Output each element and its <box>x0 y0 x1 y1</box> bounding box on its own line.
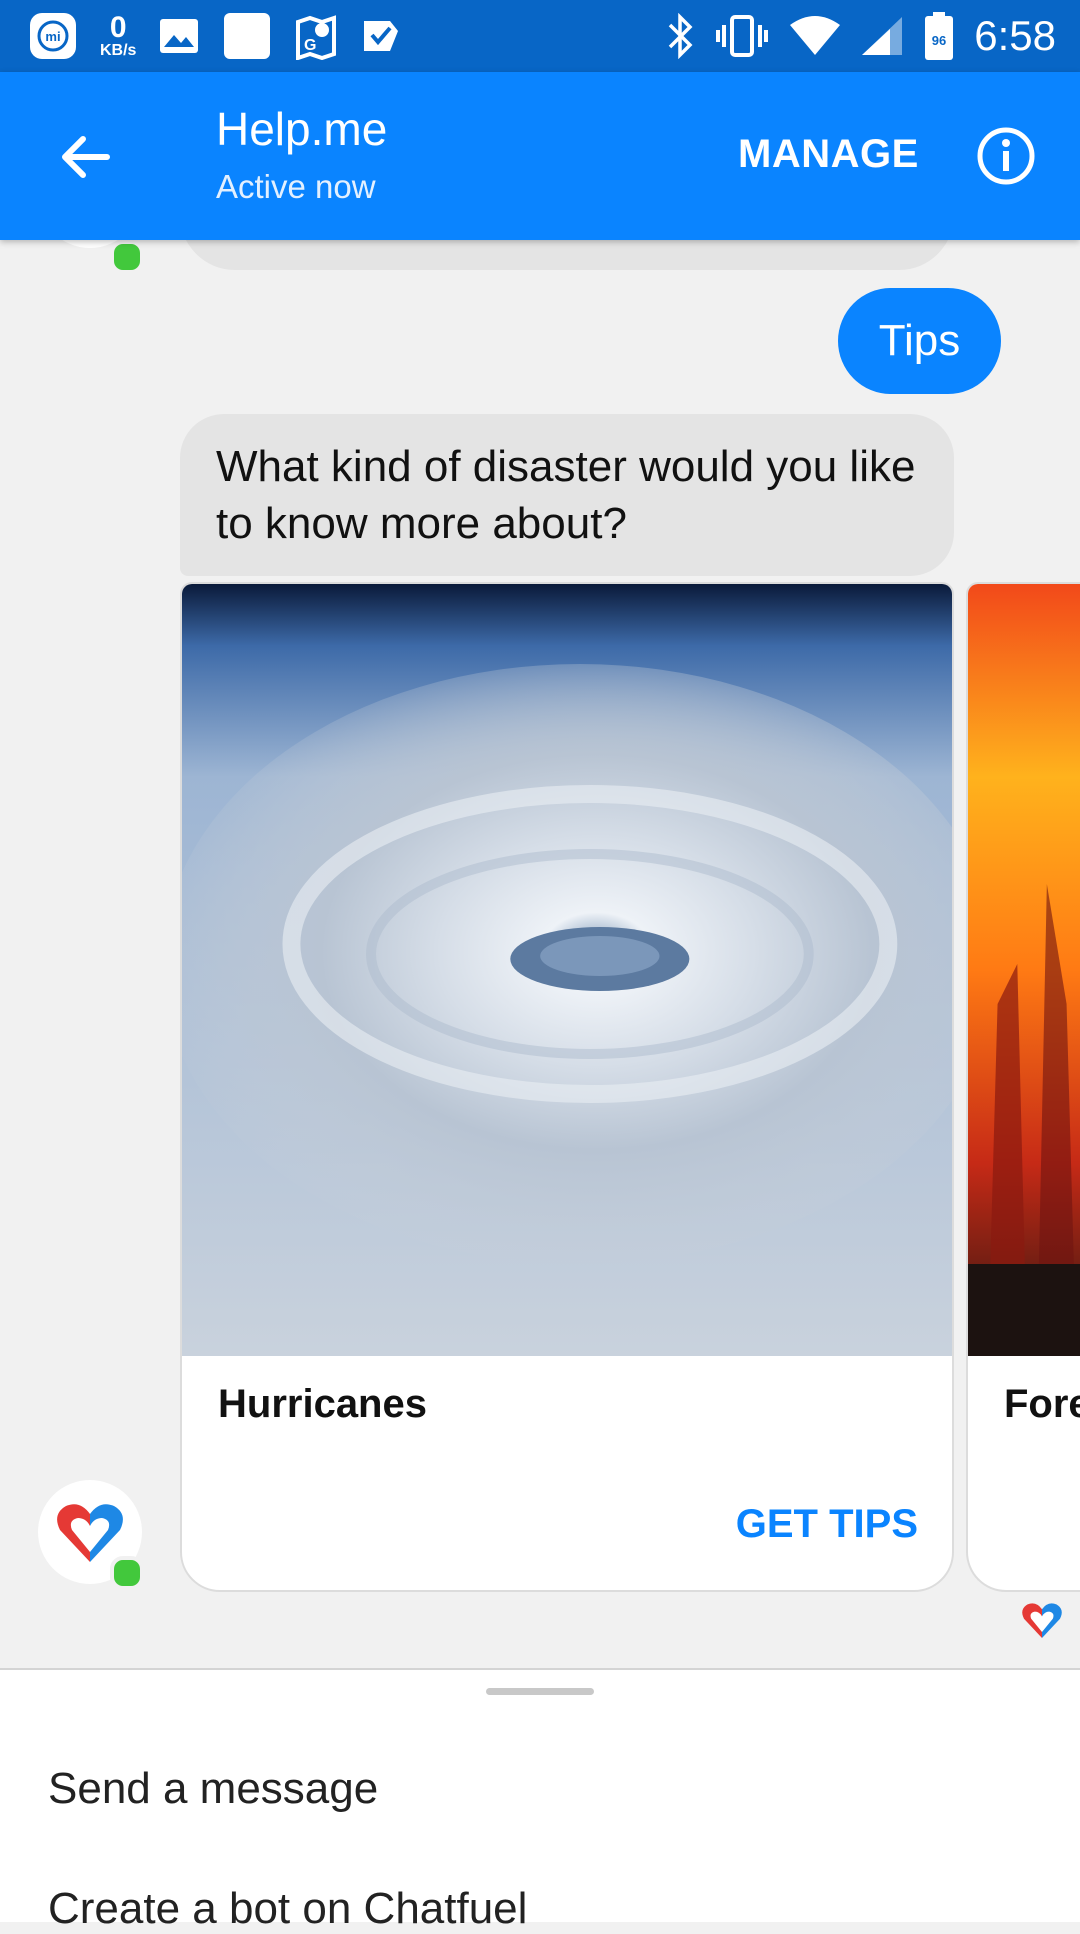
arrow-left-icon <box>62 136 110 178</box>
image-icon <box>158 15 200 57</box>
read-receipt <box>1018 1596 1066 1644</box>
carousel-card-forest-fires[interactable]: Fore <box>966 582 1080 1592</box>
message-thread[interactable]: Tips What kind of disaster would you lik… <box>0 240 1080 1668</box>
create-bot-item[interactable]: Create a bot on Chatfuel <box>48 1884 527 1934</box>
clock: 6:58 <box>974 12 1056 59</box>
send-message-item[interactable]: Send a message <box>48 1764 378 1814</box>
back-button[interactable] <box>50 122 120 192</box>
online-indicator <box>110 240 144 274</box>
svg-text:mi: mi <box>45 29 60 44</box>
network-speed: 0 KB/s <box>100 13 136 59</box>
battery-level: 96 <box>932 33 946 48</box>
page-title: Help.me <box>216 103 388 155</box>
user-message[interactable]: Tips <box>838 288 1001 394</box>
network-speed-value: 0 <box>109 11 127 44</box>
map-icon: G <box>294 12 338 60</box>
blank-icon <box>222 11 272 61</box>
status-bar: mi 0 KB/s G 96 6:58 <box>0 0 1080 72</box>
heart-logo-icon <box>1022 1603 1062 1638</box>
mi-icon: mi <box>28 11 78 61</box>
hurricane-image <box>182 584 952 1356</box>
bottom-menu: Send a message Create a bot on Chatfuel <box>0 1668 1080 1933</box>
battery-icon: 96 <box>922 11 956 61</box>
vibrate-icon <box>714 13 770 59</box>
online-indicator <box>110 1556 144 1590</box>
previous-bot-message <box>180 240 954 270</box>
info-button[interactable] <box>976 126 1036 186</box>
card-title: Hurricanes <box>218 1382 427 1426</box>
get-tips-button[interactable]: GET TIPS <box>736 1502 918 1547</box>
carousel-card-hurricanes[interactable]: Hurricanes GET TIPS <box>180 582 954 1592</box>
forest-fire-image <box>968 584 1080 1356</box>
network-speed-unit: KB/s <box>100 42 137 59</box>
card-title: Fore <box>1004 1382 1080 1426</box>
app-bar: Help.me Active now MANAGE <box>0 72 1080 240</box>
manage-button[interactable]: MANAGE <box>738 132 919 177</box>
bot-message[interactable]: What kind of disaster would you like to … <box>180 414 954 576</box>
signal-icon <box>860 15 904 57</box>
svg-text:G: G <box>304 37 316 54</box>
info-icon <box>977 127 1035 185</box>
check-icon <box>360 15 402 57</box>
wifi-icon <box>788 15 842 57</box>
bluetooth-icon <box>666 13 696 59</box>
active-status: Active now <box>216 168 376 205</box>
drag-handle[interactable] <box>486 1688 594 1695</box>
